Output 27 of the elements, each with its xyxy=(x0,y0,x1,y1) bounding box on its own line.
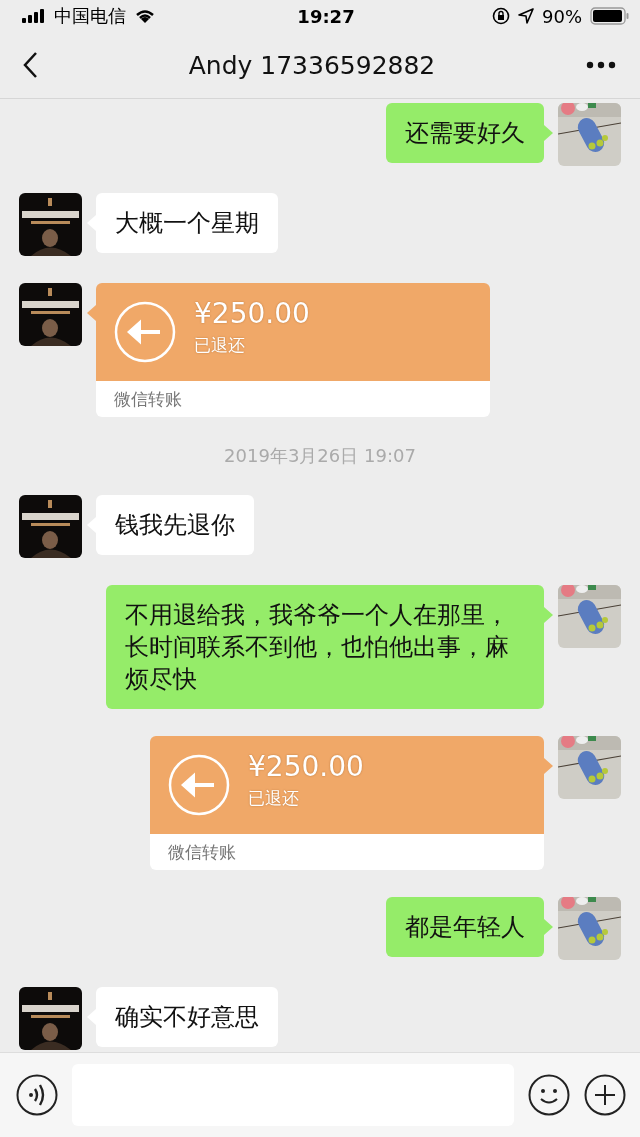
voice-icon[interactable] xyxy=(16,1074,58,1116)
message-bubble: 还需要好久 xyxy=(386,103,544,163)
transfer-label: 微信转账 xyxy=(114,387,182,411)
rotation-lock-icon xyxy=(492,7,510,25)
transfer-amount: ¥250.00 xyxy=(194,297,310,330)
transfer-status: 已退还 xyxy=(194,334,246,357)
timestamp: 2019年3月26日 19:07 xyxy=(224,444,416,468)
more-icon[interactable] xyxy=(586,61,616,69)
signal-icon xyxy=(22,9,46,23)
transfer-status: 已退还 xyxy=(248,787,300,810)
message-bubble: 确实不好意思 xyxy=(96,987,278,1047)
transfer-label: 微信转账 xyxy=(168,840,236,864)
clock-time: 19:27 xyxy=(297,5,355,27)
smiley-icon[interactable] xyxy=(528,1074,570,1116)
back-icon[interactable] xyxy=(22,51,38,79)
carrier-name: 中国电信 xyxy=(54,4,126,28)
message-bubble: 不用退给我，我爷爷一个人在那里，长时间联系不到他，也怕他出事，麻烦尽快 xyxy=(106,585,544,709)
chat-title: Andy 17336592882 xyxy=(188,50,436,80)
message-bubble: 大概一个星期 xyxy=(96,193,278,253)
location-icon xyxy=(518,8,534,24)
plus-icon[interactable] xyxy=(584,1074,626,1116)
message-bubble: 钱我先退你 xyxy=(96,495,254,555)
battery-percent: 90% xyxy=(542,5,582,27)
transfer-amount: ¥250.00 xyxy=(248,750,364,783)
message-bubble: 都是年轻人 xyxy=(386,897,544,957)
battery-icon xyxy=(590,7,630,25)
wifi-icon xyxy=(134,8,156,24)
